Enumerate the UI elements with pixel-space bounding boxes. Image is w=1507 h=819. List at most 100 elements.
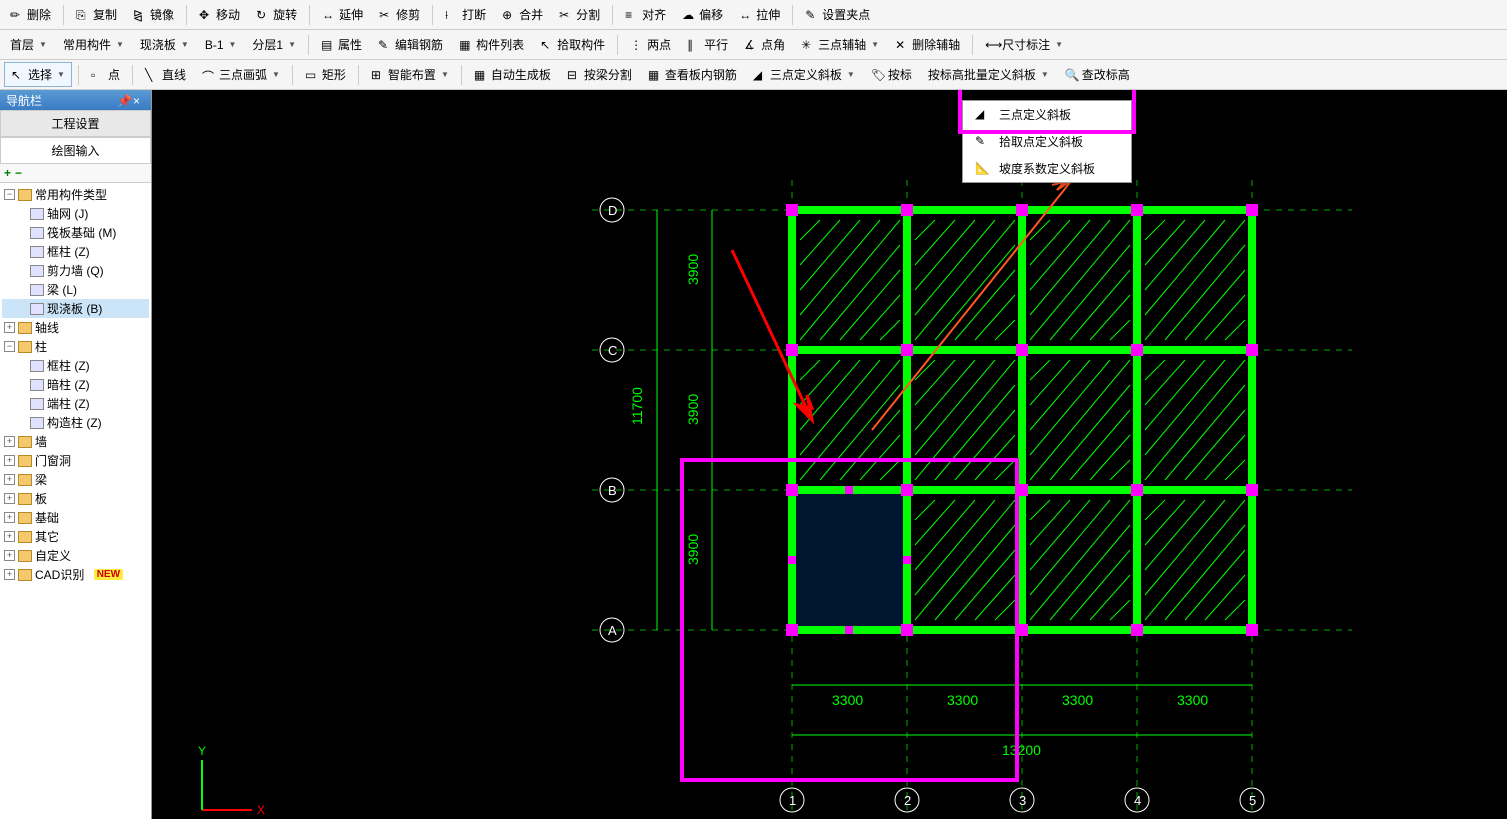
pick-icon: ✎ bbox=[975, 134, 991, 150]
tree-shear-wall[interactable]: 剪力墙 (Q) bbox=[2, 261, 149, 280]
select-button[interactable]: ↖选择▼ bbox=[4, 62, 72, 87]
rotate-button[interactable]: ↻旋转 bbox=[250, 3, 303, 26]
tree-cad-recog[interactable]: +CAD识别 NEW bbox=[2, 565, 149, 584]
align-button[interactable]: ≡对齐 bbox=[619, 3, 672, 26]
column-icon bbox=[30, 417, 44, 429]
popup-slope-coef[interactable]: 📐坡度系数定义斜板 bbox=[963, 155, 1131, 182]
rebar-icon: ✎ bbox=[378, 38, 392, 52]
set-grip-button[interactable]: ✎设置夹点 bbox=[799, 3, 876, 26]
tab-project[interactable]: 工程设置 bbox=[0, 110, 151, 137]
trim-button[interactable]: ✂修剪 bbox=[373, 3, 426, 26]
delete-button[interactable]: ✏删除 bbox=[4, 3, 57, 26]
tree-add-icon[interactable]: + bbox=[4, 166, 11, 180]
tree-constr-col[interactable]: 构造柱 (Z) bbox=[2, 413, 149, 432]
stretch-icon: ↔ bbox=[739, 8, 753, 22]
tree-common-types[interactable]: −常用构件类型 bbox=[2, 185, 149, 204]
toolbar-context: 首层▼ 常用构件▼ 现浇板▼ B-1▼ 分层1▼ ▤属性 ✎编辑钢筋 ▦构件列表… bbox=[0, 30, 1507, 60]
tree-column[interactable]: −柱 bbox=[2, 337, 149, 356]
tree-custom[interactable]: +自定义 bbox=[2, 546, 149, 565]
move-button[interactable]: ✥移动 bbox=[193, 3, 246, 26]
by-label-button[interactable]: 🏷按标 bbox=[865, 63, 918, 86]
offset-icon: ☁ bbox=[682, 8, 696, 22]
rect-button[interactable]: ▭矩形 bbox=[299, 63, 352, 86]
cast-select[interactable]: 现浇板▼ bbox=[134, 33, 195, 56]
dim-button[interactable]: ⟷尺寸标注▼ bbox=[979, 33, 1069, 56]
cad-canvas[interactable]: D C B A 1 2 3 4 5 3300 3300 3300 3300 13… bbox=[152, 90, 1507, 819]
tree-frame-col2[interactable]: 框柱 (Z) bbox=[2, 356, 149, 375]
copy-button[interactable]: ⎘复制 bbox=[70, 3, 123, 26]
close-icon[interactable]: × bbox=[133, 94, 145, 106]
line-icon: ╲ bbox=[145, 68, 159, 82]
panel-title: 导航栏 📌 × bbox=[0, 90, 151, 110]
tree-frame-col[interactable]: 框柱 (Z) bbox=[2, 242, 149, 261]
tree-other[interactable]: +其它 bbox=[2, 527, 149, 546]
line-button[interactable]: ╲直线 bbox=[139, 63, 192, 86]
view-rebar-button[interactable]: ▦查看板内钢筋 bbox=[642, 63, 743, 86]
tree-axis-net[interactable]: 轴网 (J) bbox=[2, 204, 149, 223]
svg-text:3300: 3300 bbox=[832, 692, 863, 708]
popup-three-point[interactable]: ◢三点定义斜板 bbox=[963, 101, 1131, 128]
del-aux-button[interactable]: ✕删除辅轴 bbox=[889, 33, 966, 56]
pick-button[interactable]: ↖拾取构件 bbox=[534, 33, 611, 56]
pin-icon[interactable]: 📌 bbox=[117, 94, 129, 106]
break-button[interactable]: ⟊打断 bbox=[439, 3, 492, 26]
popup-pick-point[interactable]: ✎拾取点定义斜板 bbox=[963, 128, 1131, 155]
tree-foundation[interactable]: +基础 bbox=[2, 508, 149, 527]
two-point-button[interactable]: ⋮两点 bbox=[624, 33, 677, 56]
tree-raft[interactable]: 筏板基础 (M) bbox=[2, 223, 149, 242]
svg-text:A: A bbox=[608, 623, 617, 638]
tab-draw-input[interactable]: 绘图输入 bbox=[0, 137, 151, 164]
offset-button[interactable]: ☁偏移 bbox=[676, 3, 729, 26]
tree-opening[interactable]: +门窗洞 bbox=[2, 451, 149, 470]
tree-axis-line[interactable]: +轴线 bbox=[2, 318, 149, 337]
cursor-icon: ↖ bbox=[11, 68, 25, 82]
mirror-button[interactable]: ⧎镜像 bbox=[127, 3, 180, 26]
selected-slab[interactable] bbox=[796, 494, 903, 626]
three-aux-button[interactable]: ✳三点辅轴▼ bbox=[795, 33, 885, 56]
raft-icon bbox=[30, 227, 44, 239]
slab-icon bbox=[30, 303, 44, 315]
b1-select[interactable]: B-1▼ bbox=[199, 35, 243, 55]
column-icon bbox=[30, 360, 44, 372]
component-list-button[interactable]: ▦构件列表 bbox=[453, 33, 530, 56]
check-elev-button[interactable]: 🔍查改标高 bbox=[1059, 63, 1136, 86]
mirror-icon: ⧎ bbox=[133, 8, 147, 22]
svg-text:3300: 3300 bbox=[947, 692, 978, 708]
split-button[interactable]: ✂分割 bbox=[553, 3, 606, 26]
tree-wall[interactable]: +墙 bbox=[2, 432, 149, 451]
trim-icon: ✂ bbox=[379, 8, 393, 22]
props-button[interactable]: ▤属性 bbox=[315, 33, 368, 56]
split-beam-button[interactable]: ⊟按梁分割 bbox=[561, 63, 638, 86]
check-icon: 🔍 bbox=[1065, 68, 1079, 82]
tree-cast-slab[interactable]: 现浇板 (B) bbox=[2, 299, 149, 318]
point-angle-button[interactable]: ∡点角 bbox=[738, 33, 791, 56]
smart-button[interactable]: ⊞智能布置▼ bbox=[365, 63, 455, 86]
component-tree[interactable]: −常用构件类型 轴网 (J) 筏板基础 (M) 框柱 (Z) 剪力墙 (Q) 梁… bbox=[0, 183, 151, 819]
auto-slab-button[interactable]: ▦自动生成板 bbox=[468, 63, 557, 86]
tree-slab[interactable]: +板 bbox=[2, 489, 149, 508]
svg-text:3300: 3300 bbox=[1177, 692, 1208, 708]
extend-button[interactable]: ↔延伸 bbox=[316, 3, 369, 26]
split-beam-icon: ⊟ bbox=[567, 68, 581, 82]
stretch-button[interactable]: ↔拉伸 bbox=[733, 3, 786, 26]
layer-select[interactable]: 分层1▼ bbox=[246, 33, 302, 56]
tree-beam2[interactable]: +梁 bbox=[2, 470, 149, 489]
tree-remove-icon[interactable]: − bbox=[15, 166, 22, 180]
tree-hidden-col[interactable]: 暗柱 (Z) bbox=[2, 375, 149, 394]
merge-button[interactable]: ⊕合并 bbox=[496, 3, 549, 26]
svg-text:2: 2 bbox=[904, 793, 911, 808]
by-elev-button[interactable]: 按标高批量定义斜板▼ bbox=[922, 63, 1055, 86]
edit-rebar-button[interactable]: ✎编辑钢筋 bbox=[372, 33, 449, 56]
arc3-button[interactable]: ⌒三点画弧▼ bbox=[196, 63, 286, 86]
parallel-button[interactable]: ∥平行 bbox=[681, 33, 734, 56]
tree-beam[interactable]: 梁 (L) bbox=[2, 280, 149, 299]
parallel-icon: ∥ bbox=[687, 38, 701, 52]
nav-sidebar: 导航栏 📌 × 工程设置 绘图输入 + − −常用构件类型 轴网 (J) 筏板基… bbox=[0, 90, 152, 819]
toolbar-draw: ↖选择▼ ▫点 ╲直线 ⌒三点画弧▼ ▭矩形 ⊞智能布置▼ ▦自动生成板 ⊟按梁… bbox=[0, 60, 1507, 90]
common-select[interactable]: 常用构件▼ bbox=[57, 33, 130, 56]
floor-select[interactable]: 首层▼ bbox=[4, 33, 53, 56]
point-button[interactable]: ▫点 bbox=[85, 63, 126, 86]
three-slope-button[interactable]: ◢三点定义斜板▼ bbox=[747, 63, 861, 86]
tree-end-col[interactable]: 端柱 (Z) bbox=[2, 394, 149, 413]
arc-icon: ⌒ bbox=[202, 68, 216, 82]
